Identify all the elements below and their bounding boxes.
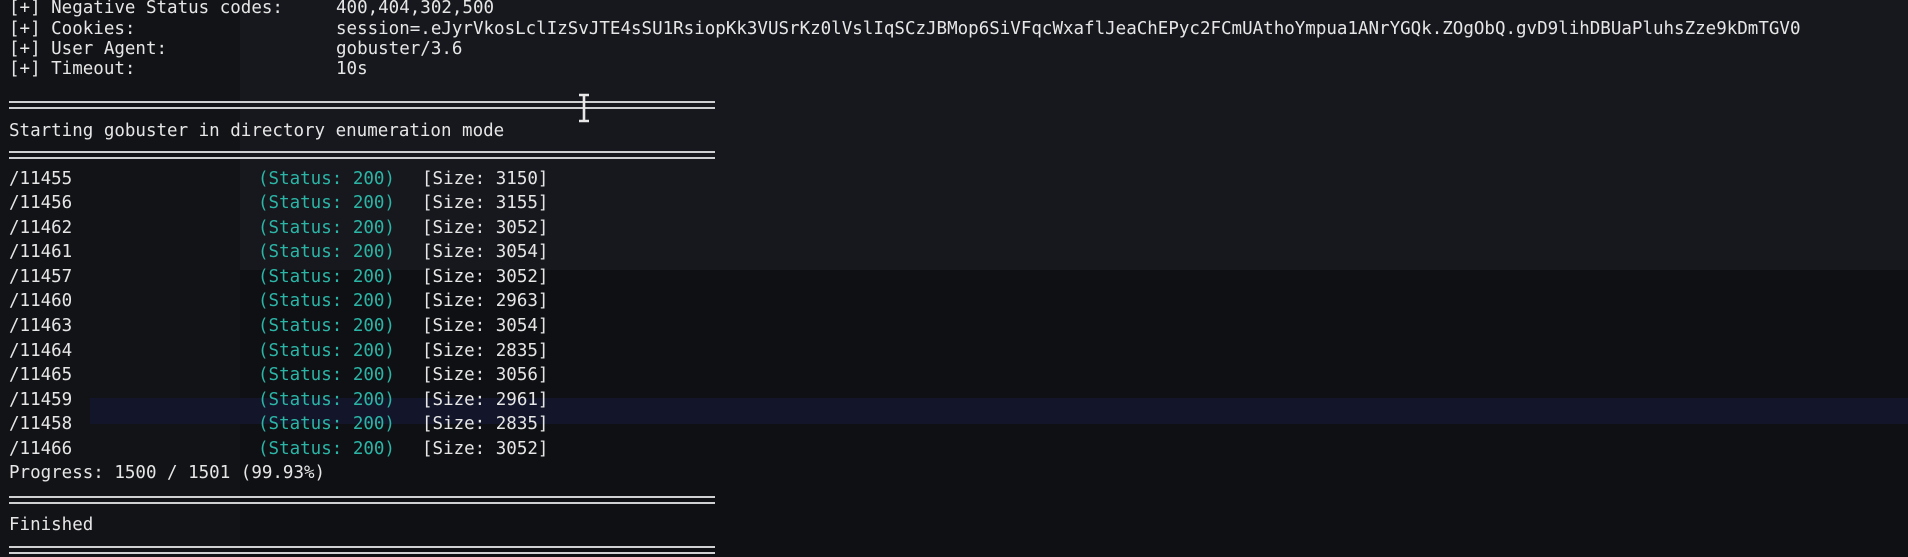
- result-path: /11456: [9, 193, 73, 213]
- result-status: (Status: 200): [258, 291, 395, 311]
- result-path: /11457: [9, 267, 73, 287]
- progress-text: Progress: 1500 / 1501 (99.93%): [9, 463, 326, 483]
- result-path: /11462: [9, 218, 73, 238]
- result-path: /11466: [9, 439, 73, 459]
- result-size: [Size: 3052]: [422, 267, 549, 287]
- header-label: [+] Negative Status codes:: [9, 0, 283, 18]
- result-status: (Status: 200): [258, 242, 395, 262]
- header-value: 10s: [336, 59, 368, 79]
- result-status: (Status: 200): [258, 316, 395, 336]
- separator-rule: [9, 496, 715, 504]
- result-size: [Size: 3054]: [422, 242, 549, 262]
- result-path: /11455: [9, 169, 73, 189]
- result-status: (Status: 200): [258, 169, 395, 189]
- result-path: /11460: [9, 291, 73, 311]
- result-status: (Status: 200): [258, 365, 395, 385]
- separator-rule: [9, 151, 715, 159]
- separator-rule: [9, 101, 715, 109]
- result-size: [Size: 3052]: [422, 218, 549, 238]
- result-path: /11463: [9, 316, 73, 336]
- result-path: /11459: [9, 390, 73, 410]
- header-value: session=.eJyrVkosLclIzSvJTE4sSU1RsiopKk3…: [336, 19, 1801, 39]
- separator-rule: [9, 546, 715, 554]
- result-status: (Status: 200): [258, 218, 395, 238]
- start-message: Starting gobuster in directory enumerati…: [9, 121, 505, 141]
- header-label: [+] Cookies:: [9, 19, 136, 39]
- header-label: [+] User Agent:: [9, 39, 168, 59]
- result-size: [Size: 3150]: [422, 169, 549, 189]
- result-size: [Size: 2963]: [422, 291, 549, 311]
- result-path: /11461: [9, 242, 73, 262]
- result-status: (Status: 200): [258, 267, 395, 287]
- header-line-timeout: [+] Timeout: 10s: [9, 57, 368, 81]
- result-path: /11464: [9, 341, 73, 361]
- result-status: (Status: 200): [258, 341, 395, 361]
- result-status: (Status: 200): [258, 193, 395, 213]
- result-size: [Size: 3052]: [422, 439, 549, 459]
- text-cursor-icon: [579, 93, 589, 123]
- result-size: [Size: 3155]: [422, 193, 549, 213]
- result-size: [Size: 3054]: [422, 316, 549, 336]
- result-path: /11465: [9, 365, 73, 385]
- result-size: [Size: 2835]: [422, 341, 549, 361]
- result-status: (Status: 200): [258, 390, 395, 410]
- result-path: /11458: [9, 414, 73, 434]
- terminal[interactable]: [+] Negative Status codes: 400,404,302,50…: [0, 0, 1908, 557]
- result-size: [Size: 2835]: [422, 414, 549, 434]
- finished-message: Finished: [9, 515, 94, 535]
- result-status: (Status: 200): [258, 439, 395, 459]
- header-label: [+] Timeout:: [9, 59, 136, 79]
- result-status: (Status: 200): [258, 414, 395, 434]
- result-size: [Size: 3056]: [422, 365, 549, 385]
- result-size: [Size: 2961]: [422, 390, 549, 410]
